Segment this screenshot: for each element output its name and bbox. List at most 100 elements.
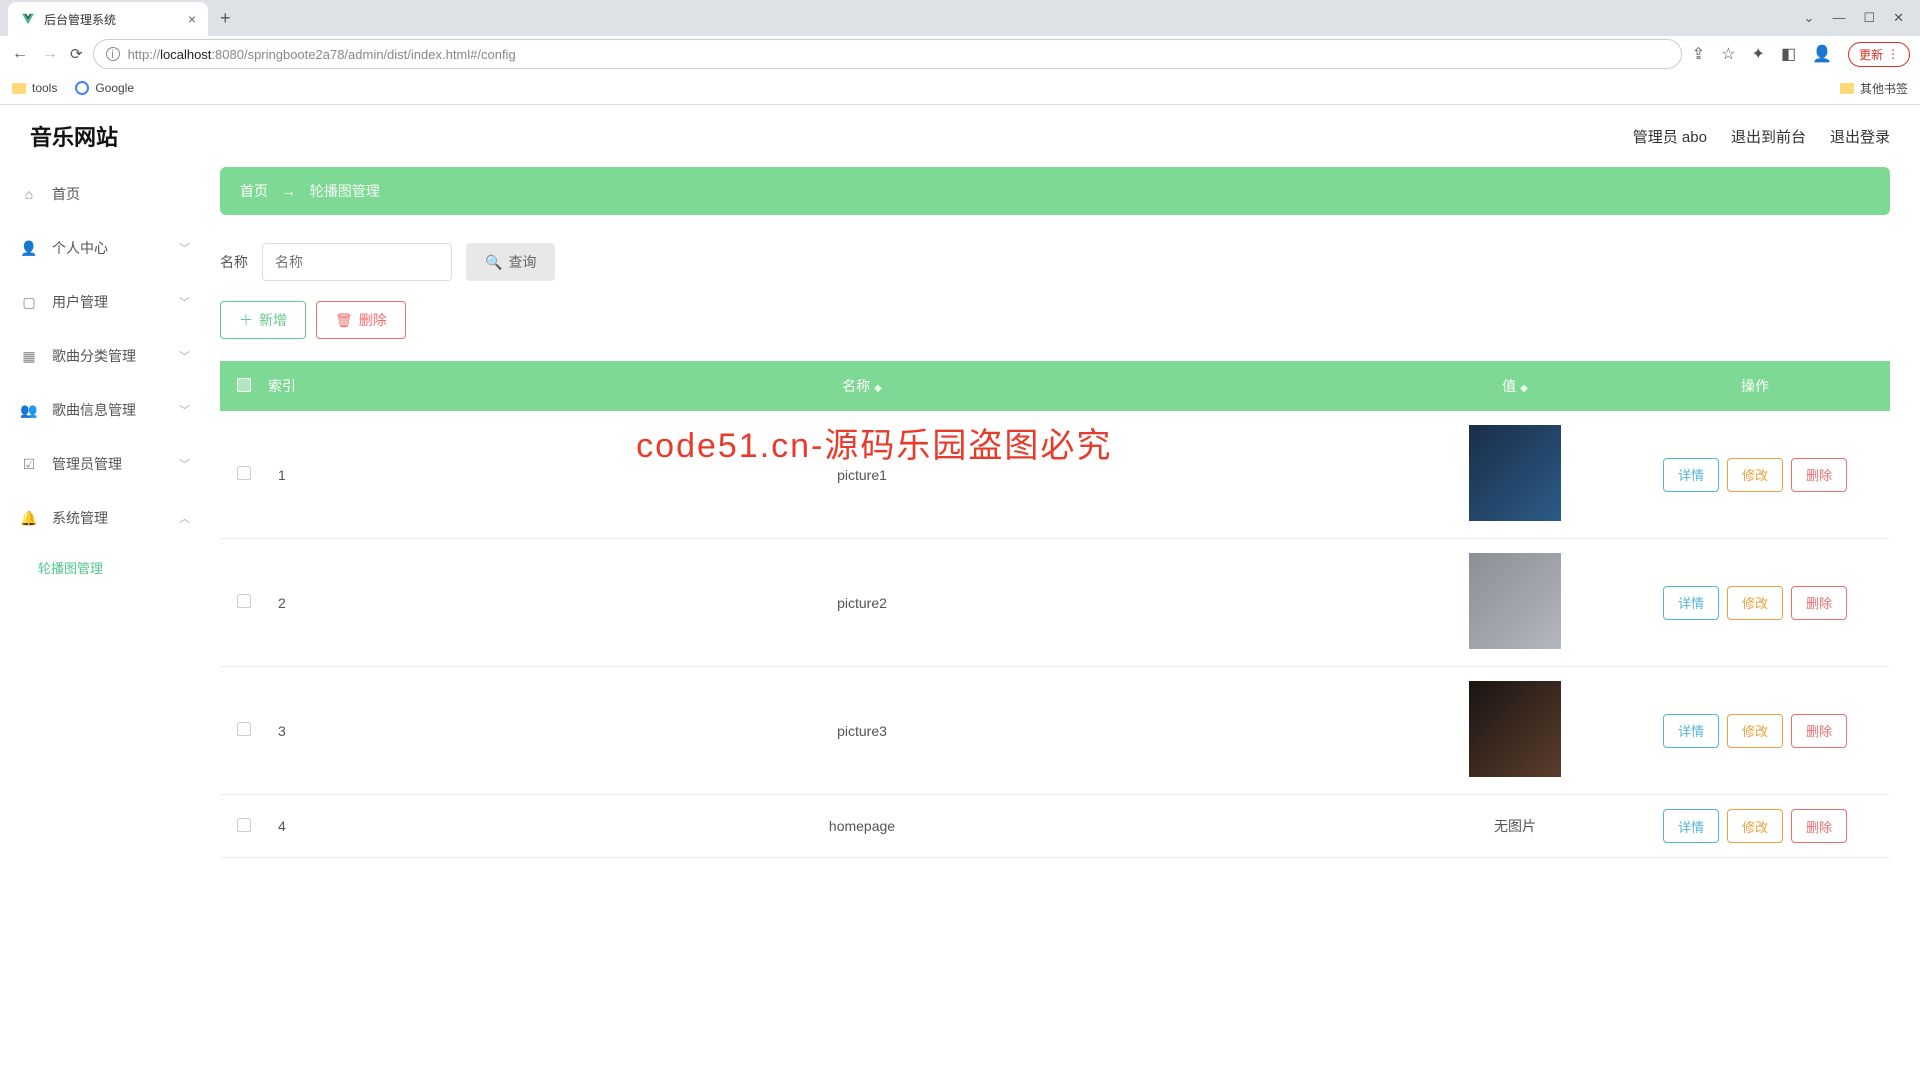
sidebar-item-profile[interactable]: 👤 个人中心 ﹀ [0,221,210,275]
app-header: 音乐网站 管理员 abo 退出到前台 退出登录 [0,105,1920,167]
tab-bar: 后台管理系统 × + ⌄ ― ☐ ✕ [0,0,1920,36]
sidebar: ⌂ 首页 👤 个人中心 ﹀ ▢ 用户管理 ﹀ ▦ 歌曲分类管理 ﹀ 👥 歌曲信息… [0,105,210,1077]
header-right: 管理员 abo 退出到前台 退出登录 [1633,126,1890,147]
sidepanel-icon[interactable]: ◧ [1781,44,1796,64]
sidebar-item-user-mgmt[interactable]: ▢ 用户管理 ﹀ [0,275,210,329]
breadcrumb-home[interactable]: 首页 [240,183,268,199]
sidebar-sub-carousel[interactable]: 轮播图管理 [0,545,210,589]
row-thumbnail[interactable] [1469,553,1561,649]
check-icon: ☑ [20,456,38,473]
edit-button[interactable]: 修改 [1727,586,1783,620]
col-header-index: 索引 [268,361,314,411]
arrow-icon: → [282,183,296,199]
row-delete-button[interactable]: 删除 [1791,714,1847,748]
back-icon[interactable]: ← [10,45,30,63]
close-icon[interactable]: × [188,11,196,27]
url-input[interactable]: i http://localhost:8080/springboote2a78/… [93,39,1682,69]
row-value-text: 无图片 [1494,818,1536,834]
row-delete-button[interactable]: 删除 [1791,586,1847,620]
chevron-down-icon: ﹀ [179,348,190,364]
add-button[interactable]: ＋ 新增 [220,301,306,339]
row-name: picture1 [314,411,1410,539]
sidebar-item-system-mgmt[interactable]: 🔔 系统管理 ︿ [0,491,210,545]
admin-label[interactable]: 管理员 abo [1633,126,1707,147]
row-checkbox[interactable] [237,466,251,480]
row-checkbox[interactable] [237,594,251,608]
sort-icon: ◆ [1520,383,1528,394]
new-tab-button[interactable]: + [208,8,243,29]
bookmark-tools[interactable]: tools [12,81,57,95]
folder-icon [12,83,26,94]
chevron-down-icon[interactable]: ⌄ [1804,10,1815,26]
address-bar-icons: ⇪ ☆ ✦ ◧ 👤 更新⋮ [1692,42,1910,67]
detail-button[interactable]: 详情 [1663,809,1719,843]
row-name: picture2 [314,539,1410,667]
chevron-down-icon: ﹀ [179,294,190,310]
row-index: 1 [268,411,314,539]
chevron-up-icon: ︿ [179,510,190,526]
browser-chrome: 后台管理系统 × + ⌄ ― ☐ ✕ ← → ⟳ i http://localh… [0,0,1920,105]
checkbox-all[interactable] [237,378,251,392]
edit-button[interactable]: 修改 [1727,458,1783,492]
col-header-name[interactable]: 名称◆ [314,361,1410,411]
user-icon: 👥 [20,402,38,419]
row-name: picture3 [314,667,1410,795]
url-text: http://localhost:8080/springboote2a78/ad… [128,47,516,62]
info-icon[interactable]: i [106,47,120,61]
sidebar-item-admin-mgmt[interactable]: ☑ 管理员管理 ﹀ [0,437,210,491]
table-row: 4 homepage 无图片 详情 修改 删除 [220,795,1890,858]
bookmark-bar: tools Google 其他书签 [0,72,1920,104]
row-thumbnail[interactable] [1469,681,1561,777]
col-header-check[interactable] [220,361,268,411]
search-row: 名称 🔍 查询 [220,243,1890,281]
bookmark-google[interactable]: Google [75,81,134,95]
sidebar-item-label: 用户管理 [52,292,108,312]
star-icon[interactable]: ☆ [1721,44,1735,64]
maximize-icon[interactable]: ☐ [1863,10,1875,26]
chevron-down-icon: ﹀ [179,402,190,418]
tab-title: 后台管理系统 [44,11,180,28]
edit-button[interactable]: 修改 [1727,809,1783,843]
edit-button[interactable]: 修改 [1727,714,1783,748]
row-delete-button[interactable]: 删除 [1791,809,1847,843]
search-label: 名称 [220,252,248,272]
close-window-icon[interactable]: ✕ [1893,10,1904,26]
browser-tab[interactable]: 后台管理系统 × [8,2,208,36]
search-input[interactable] [262,243,452,281]
row-delete-button[interactable]: 删除 [1791,458,1847,492]
brand-title: 音乐网站 [30,120,118,152]
share-icon[interactable]: ⇪ [1692,44,1705,64]
sidebar-item-song-mgmt[interactable]: 👥 歌曲信息管理 ﹀ [0,383,210,437]
profile-icon[interactable]: 👤 [1812,44,1832,64]
sidebar-item-label: 歌曲分类管理 [52,346,136,366]
breadcrumb: 首页 → 轮播图管理 [220,167,1890,215]
sidebar-item-label: 歌曲信息管理 [52,400,136,420]
detail-button[interactable]: 详情 [1663,586,1719,620]
reload-icon[interactable]: ⟳ [70,45,83,63]
detail-button[interactable]: 详情 [1663,458,1719,492]
table-header-row: 索引 名称◆ 值◆ 操作 [220,361,1890,411]
user-icon: 👤 [20,240,38,257]
minimize-icon[interactable]: ― [1832,10,1845,26]
col-header-value[interactable]: 值◆ [1410,361,1620,411]
delete-button[interactable]: 🗑 删除 [316,301,406,339]
sort-icon: ◆ [874,383,882,394]
window-controls: ⌄ ― ☐ ✕ [1788,10,1920,26]
detail-button[interactable]: 详情 [1663,714,1719,748]
search-icon: 🔍 [485,254,502,271]
query-button[interactable]: 🔍 查询 [466,243,555,281]
row-checkbox[interactable] [237,818,251,832]
row-thumbnail[interactable] [1469,425,1561,521]
sidebar-item-category-mgmt[interactable]: ▦ 歌曲分类管理 ﹀ [0,329,210,383]
update-button[interactable]: 更新⋮ [1848,42,1910,67]
extensions-icon[interactable]: ✦ [1752,44,1765,64]
table-row: 2 picture2 详情 修改 删除 [220,539,1890,667]
to-frontend-link[interactable]: 退出到前台 [1731,126,1806,147]
breadcrumb-current: 轮播图管理 [310,183,380,199]
sidebar-item-label: 首页 [52,184,80,204]
sidebar-item-home[interactable]: ⌂ 首页 [0,167,210,221]
row-checkbox[interactable] [237,722,251,736]
logout-link[interactable]: 退出登录 [1830,126,1890,147]
bookmark-other[interactable]: 其他书签 [1840,80,1908,97]
chevron-down-icon: ﹀ [179,456,190,472]
